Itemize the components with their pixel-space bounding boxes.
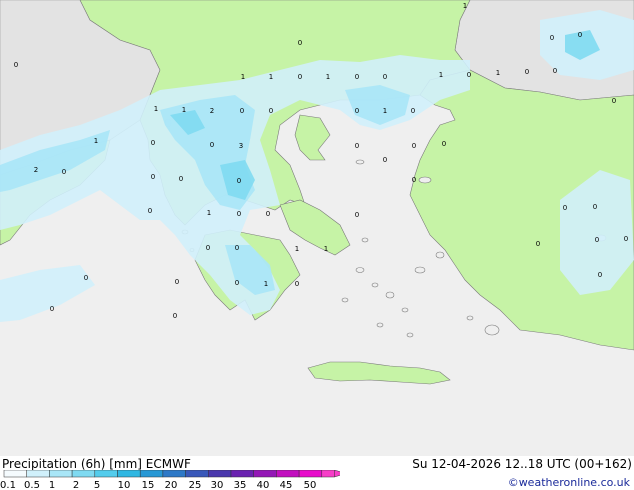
precip-value-label: 0 <box>355 73 359 81</box>
precip-value-label: 0 <box>536 240 540 248</box>
precip-value-label: 0 <box>151 173 155 181</box>
precip-value-label: 0 <box>598 271 602 279</box>
precip-value-label: 1 <box>439 71 443 79</box>
precip-value-label: 0 <box>235 244 239 252</box>
precip-value-label: 1 <box>326 73 330 81</box>
precipitation-map: 1 0 0 0 0 1 1 0 1 0 0 1 0 1 0 0 0 1 1 2 0 0 0 1 0 1 0 0 3 0 0 0 0 2 0 0 0 0 0 0… <box>0 0 634 456</box>
precip-value-label: 0 <box>269 107 273 115</box>
precip-value-label: 0 <box>355 211 359 219</box>
precip-value-label: 1 <box>463 2 467 10</box>
valid-time: Su 12-04-2026 12..18 UTC (00+162) <box>412 457 632 471</box>
legend-swatch <box>208 470 232 478</box>
precip-value-label: 1 <box>207 209 211 217</box>
legend-swatch <box>26 470 50 478</box>
precip-value-label: 1 <box>94 137 98 145</box>
precip-value-label: 1 <box>383 107 387 115</box>
precip-value-label: 0 <box>595 236 599 244</box>
legend-tick-label: 0.1 <box>0 480 16 490</box>
precip-value-label: 0 <box>235 279 239 287</box>
legend-tick-label: 1 <box>49 480 55 490</box>
precip-value-label: 1 <box>154 105 158 113</box>
precip-value-label: 0 <box>237 210 241 218</box>
legend-tick-label: 15 <box>142 480 155 490</box>
precip-value-label: 0 <box>525 68 529 76</box>
legend-tick-label: 50 <box>304 480 317 490</box>
precip-value-label: 0 <box>442 140 446 148</box>
precip-value-label: 0 <box>206 244 210 252</box>
precip-value-label: 0 <box>237 177 241 185</box>
precip-value-label: 0 <box>295 280 299 288</box>
legend-swatch <box>321 470 335 478</box>
precip-value-label: 0 <box>355 142 359 150</box>
precip-value-label: 0 <box>553 67 557 75</box>
legend-swatch <box>71 470 96 478</box>
legend-swatch <box>3 470 27 478</box>
precip-value-label: 0 <box>298 73 302 81</box>
legend-ticks: 0.1 0.5 1 2 5 10 15 20 25 30 35 40 45 50 <box>0 480 316 490</box>
precip-value-label: 1 <box>295 245 299 253</box>
precip-value-label: 0 <box>210 141 214 149</box>
precip-value-label: 2 <box>210 107 214 115</box>
legend-swatch <box>117 470 141 478</box>
legend-swatch <box>94 470 118 478</box>
legend-swatch <box>139 470 164 478</box>
precip-value-label: 1 <box>324 245 328 253</box>
precip-value-label: 0 <box>383 156 387 164</box>
precip-value-label: 0 <box>148 207 152 215</box>
legend-swatch <box>185 470 209 478</box>
precip-value-label: 0 <box>467 71 471 79</box>
map-title: Precipitation (6h) [mm] ECMWF <box>2 457 191 471</box>
legend-swatch <box>298 470 323 478</box>
legend-tick-label: 45 <box>280 480 293 490</box>
precip-value-label: 0 <box>151 139 155 147</box>
precip-value-label: 0 <box>50 305 54 313</box>
legend-swatch <box>253 470 277 478</box>
precip-value-label: 0 <box>563 204 567 212</box>
precip-value-label: 0 <box>550 34 554 42</box>
legend-tick-label: 25 <box>189 480 202 490</box>
precip-value-label: 3 <box>239 142 243 150</box>
footer: Precipitation (6h) [mm] ECMWF Su 12-04-2… <box>0 456 634 490</box>
precip-value-label: 0 <box>593 203 597 211</box>
precip-value-label: 0 <box>612 97 616 105</box>
precip-value-label: 1 <box>496 69 500 77</box>
precip-value-label: 0 <box>412 176 416 184</box>
precip-value-label: 0 <box>383 73 387 81</box>
credit-link[interactable]: ©weatheronline.co.uk <box>508 476 630 489</box>
precip-value-label: 0 <box>175 278 179 286</box>
precip-value-label: 0 <box>624 235 628 243</box>
legend-swatch <box>276 470 300 478</box>
precip-value-label: 1 <box>182 106 186 114</box>
legend-bar <box>3 470 340 478</box>
precip-value-label: 0 <box>411 107 415 115</box>
precip-value-label: 0 <box>266 210 270 218</box>
precip-value-label: 0 <box>355 107 359 115</box>
legend-tick-label: 30 <box>211 480 224 490</box>
color-legend: 0.1 0.5 1 2 5 10 15 20 25 30 35 40 45 50 <box>0 470 340 490</box>
precip-value-label: 2 <box>34 166 38 174</box>
precip-value-label: 0 <box>173 312 177 320</box>
precip-value-label: 1 <box>241 73 245 81</box>
legend-arrow <box>334 470 340 478</box>
precip-value-label: 0 <box>412 142 416 150</box>
precip-value-label: 1 <box>264 280 268 288</box>
precip-value-label: 0 <box>62 168 66 176</box>
precip-value-label: 0 <box>179 175 183 183</box>
legend-tick-label: 35 <box>234 480 247 490</box>
legend-swatch <box>162 470 186 478</box>
precip-value-label: 0 <box>578 31 582 39</box>
legend-tick-label: 0.5 <box>24 480 40 490</box>
legend-tick-label: 40 <box>257 480 270 490</box>
legend-tick-label: 5 <box>94 480 100 490</box>
precip-value-label: 0 <box>84 274 88 282</box>
precip-value-label: 0 <box>240 107 244 115</box>
legend-tick-label: 10 <box>118 480 131 490</box>
legend-swatch <box>230 470 254 478</box>
precip-value-label: 1 <box>269 73 273 81</box>
legend-tick-label: 2 <box>73 480 79 490</box>
legend-tick-label: 20 <box>165 480 178 490</box>
precip-value-label: 0 <box>298 39 302 47</box>
precip-value-label: 0 <box>14 61 18 69</box>
legend-swatch <box>49 470 73 478</box>
